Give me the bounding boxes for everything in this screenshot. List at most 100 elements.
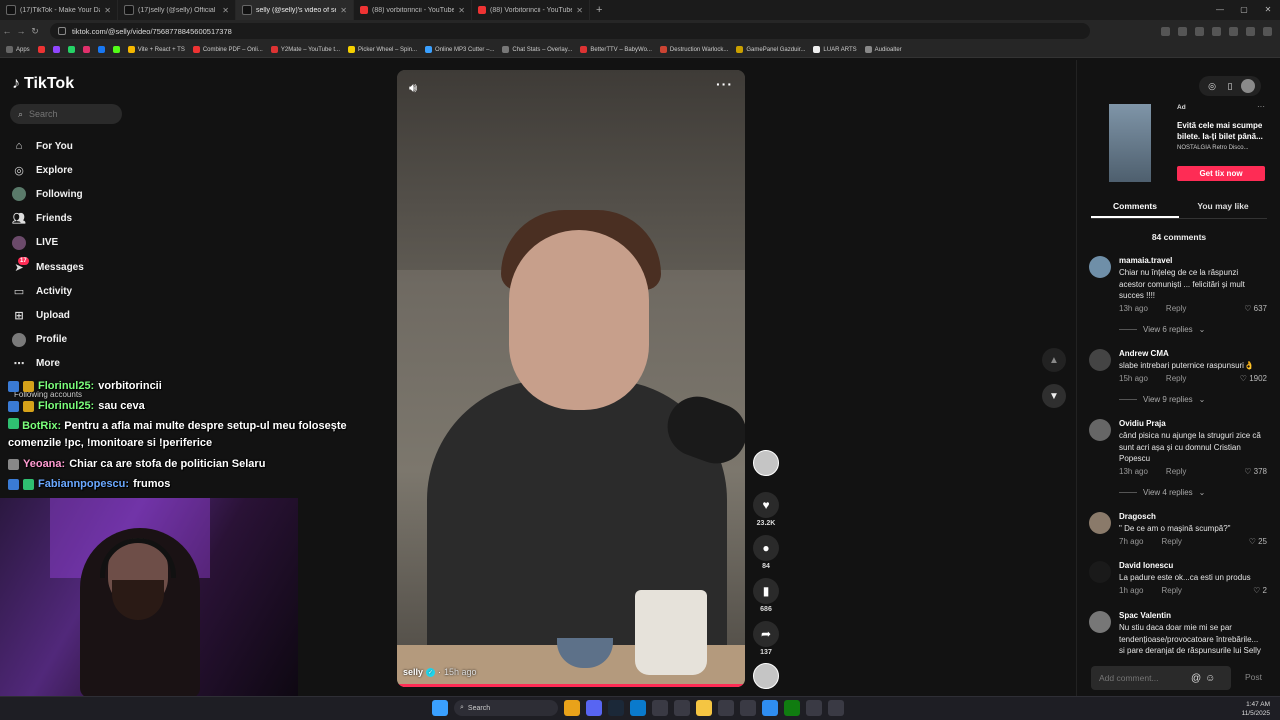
sidebar-item-following[interactable]: Following (12, 182, 132, 206)
ad-image[interactable] (1109, 104, 1151, 182)
save-button[interactable]: ▮ 686 (752, 578, 780, 613)
search-input[interactable] (29, 109, 110, 119)
discord-icon[interactable] (586, 700, 602, 716)
bookmark-item[interactable] (112, 46, 120, 53)
bookmark-item[interactable]: Y2Mate – YouTube t... (270, 46, 340, 53)
extension-icon[interactable] (1229, 26, 1238, 36)
bookmark-item[interactable]: Destruction Warlock... (659, 46, 728, 53)
volume-icon[interactable]: 🔊︎ (409, 80, 417, 96)
extension-icon[interactable] (1212, 26, 1221, 36)
close-icon[interactable]: ✕ (458, 6, 465, 15)
view-replies-button[interactable]: View 4 replies ⌄ (1119, 488, 1205, 497)
sidebar-item-profile[interactable]: Profile (12, 328, 132, 352)
comment-like-button[interactable]: ♡ 25 (1249, 537, 1267, 546)
bookmark-item[interactable]: GamePanel Gazduir... (736, 46, 805, 53)
settings-icon[interactable] (828, 700, 844, 716)
sidebar-item-explore[interactable]: ◎ Explore (12, 158, 132, 182)
avatar[interactable] (1089, 256, 1111, 278)
coins-icon[interactable]: ◎ (1205, 79, 1219, 93)
next-video-button[interactable]: ▼ (1042, 384, 1066, 408)
bookmark-item[interactable]: Online MP3 Cutter –... (425, 46, 494, 53)
sidebar-item-friends[interactable]: 👥︎ Friends (12, 207, 132, 231)
mention-icon[interactable]: @ (1191, 673, 1201, 684)
profile-icon[interactable] (1246, 26, 1255, 36)
reply-button[interactable]: Reply (1166, 467, 1186, 476)
bookmark-star-icon[interactable] (1195, 26, 1204, 36)
extension-icon[interactable] (1161, 26, 1170, 36)
close-icon[interactable]: ✕ (340, 6, 347, 15)
chrome-icon[interactable] (564, 700, 580, 716)
close-icon[interactable]: ✕ (104, 6, 111, 15)
reload-icon[interactable]: ↻ (28, 26, 42, 37)
reply-button[interactable]: Reply (1161, 537, 1181, 546)
add-comment-box[interactable]: @ ☺ (1091, 666, 1231, 690)
video-player[interactable]: 🔊︎ ··· selly ✓ · 15h ago (397, 70, 745, 687)
profile-avatar[interactable] (1241, 79, 1255, 93)
sidebar-item-upload[interactable]: ⊞ Upload (12, 303, 132, 327)
comment-like-button[interactable]: ♡ 637 (1244, 304, 1267, 313)
device-icon[interactable]: ▯ (1223, 79, 1237, 93)
video-progress-bar[interactable] (397, 684, 745, 687)
bookmark-item[interactable]: Combine PDF – Onli... (192, 46, 263, 53)
ad-cta-button[interactable]: Get tix now (1177, 166, 1265, 181)
bookmark-item[interactable]: Chat Stats – Overlay... (502, 46, 572, 53)
share-button[interactable]: ➦ 137 (752, 621, 780, 656)
new-tab-button[interactable]: + (590, 4, 608, 16)
music-avatar[interactable] (753, 663, 779, 689)
close-icon[interactable]: ✕ (576, 6, 583, 15)
sidebar-item-messages[interactable]: ➤ 17 Messages (12, 255, 132, 279)
tiktok-logo[interactable]: ♪ TikTok (12, 75, 74, 93)
browser-tab[interactable]: (17)selly (@selly) Official | TikTok✕ (118, 0, 236, 20)
avatar[interactable] (1089, 561, 1111, 583)
previous-video-button[interactable]: ▲ (1042, 348, 1066, 372)
folder-icon[interactable] (696, 700, 712, 716)
comment-like-button[interactable]: ♡ 2 (1253, 586, 1267, 595)
reply-button[interactable]: Reply (1166, 374, 1186, 383)
menu-icon[interactable] (1263, 26, 1272, 36)
app-icon[interactable] (674, 700, 690, 716)
address-bar[interactable]: tiktok.com/@selly/video/7568778845600517… (50, 23, 1090, 39)
close-icon[interactable]: ✕ (222, 6, 229, 15)
bookmark-item[interactable]: Apps (6, 46, 30, 53)
bookmark-item[interactable]: Vite + React + TS (127, 46, 185, 53)
browser-tab[interactable]: (88) vorbitorincii - YouTube ✕ (354, 0, 472, 20)
forward-icon[interactable]: → (14, 26, 28, 36)
vscode-icon[interactable] (630, 700, 646, 716)
ad-card[interactable]: Ad ··· Evită cele mai scumpe bilete. Ia-… (1091, 102, 1267, 184)
xbox-icon[interactable] (784, 700, 800, 716)
search-box[interactable]: ⌕ (10, 104, 122, 124)
app-icon[interactable] (740, 700, 756, 716)
browser-tab[interactable]: (17)TikTok - Make Your Day ✕ (0, 0, 118, 20)
bookmark-item[interactable] (97, 46, 105, 53)
comment-like-button[interactable]: ♡ 1902 (1240, 374, 1267, 383)
app-icon[interactable] (806, 700, 822, 716)
video-author[interactable]: selly (403, 667, 423, 677)
system-clock[interactable]: 1:47 AM 11/5/2025 (1242, 700, 1270, 718)
bookmark-item[interactable] (37, 46, 45, 53)
sidebar-item-more[interactable]: ⋯ More (12, 352, 132, 376)
close-window-icon[interactable]: ✕ (1256, 0, 1280, 20)
bookmark-item[interactable]: Picker Wheel – Spin... (348, 46, 417, 53)
app-icon[interactable] (718, 700, 734, 716)
tab-you-may-like[interactable]: You may like (1179, 198, 1267, 218)
tab-comments[interactable]: Comments (1091, 198, 1179, 218)
site-info-icon[interactable] (58, 27, 66, 35)
avatar[interactable] (1089, 512, 1111, 534)
maximize-icon[interactable]: ▢ (1232, 0, 1256, 20)
app-icon[interactable] (652, 700, 668, 716)
bookmark-item[interactable]: BetterTTV – BabyWo... (580, 46, 652, 53)
more-options-icon[interactable]: ··· (716, 76, 733, 92)
sidebar-item-activity[interactable]: ▭ Activity (12, 279, 132, 303)
avatar[interactable] (1089, 349, 1111, 371)
comment-button[interactable]: ● 84 (752, 535, 780, 570)
comment-like-button[interactable]: ♡ 378 (1244, 467, 1267, 476)
steam-icon[interactable] (608, 700, 624, 716)
author-avatar[interactable] (753, 450, 779, 476)
sidebar-item-live[interactable]: LIVE (12, 231, 132, 255)
bookmark-item[interactable]: LUAR ARTS (813, 46, 857, 53)
sidebar-item-for-you[interactable]: ⌂ For You (12, 134, 132, 158)
back-icon[interactable]: ← (0, 26, 14, 36)
bookmark-item[interactable]: Audioalter (864, 46, 902, 53)
emoji-icon[interactable]: ☺ (1205, 673, 1215, 684)
app-icon[interactable] (762, 700, 778, 716)
